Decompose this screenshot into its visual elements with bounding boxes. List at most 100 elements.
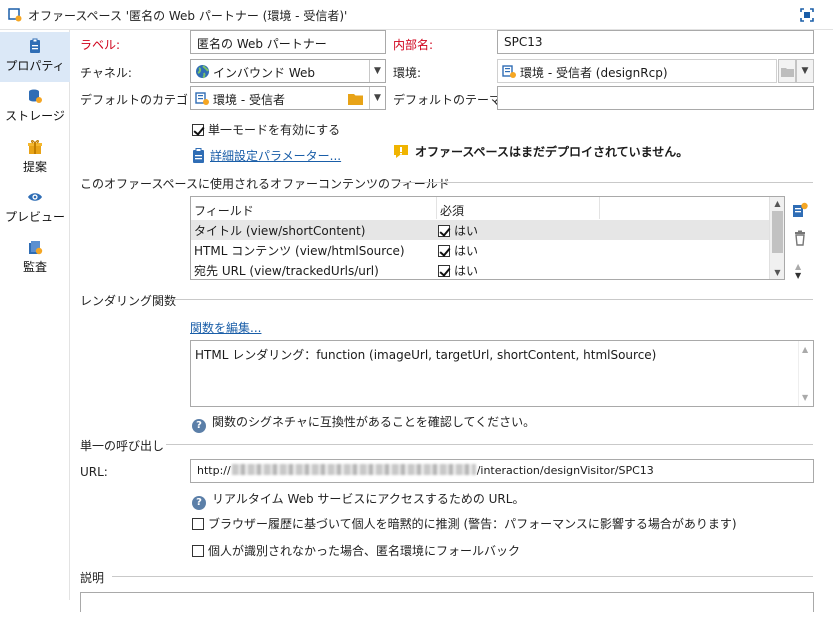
maximize-icon[interactable] xyxy=(799,7,815,23)
add-field-icon[interactable] xyxy=(792,202,808,218)
proposition-icon xyxy=(28,140,42,154)
field-name: 宛先 URL (view/trackedUrls/url) xyxy=(194,264,379,278)
help-icon: ? xyxy=(192,496,206,510)
required-cell[interactable]: はい xyxy=(438,222,478,239)
column-header-required[interactable]: 必須 xyxy=(436,197,599,219)
field-name: タイトル (view/shortContent) xyxy=(194,224,366,238)
category-icon xyxy=(195,92,209,105)
storage-icon xyxy=(29,89,42,103)
advanced-parameters-link-text[interactable]: 詳細設定パラメーター... xyxy=(210,149,341,163)
default-category-caption: デフォルトのカテゴリ: xyxy=(80,93,205,107)
implicit-identification-label: ブラウザー履歴に基づいて個人を暗黙的に推測 (警告：パフォーマンスに影響する場合… xyxy=(208,517,737,531)
column-header-field[interactable]: フィールド xyxy=(191,197,436,219)
environment-select[interactable]: 環境 - 受信者 (designRcp) xyxy=(497,59,777,83)
anonymous-fallback-label: 個人が識別されなかった場合、匿名環境にフォールバック xyxy=(208,544,521,558)
channel-value: インバウンド Web xyxy=(213,66,315,80)
url-hint: ? リアルタイム Web サービスにアクセスするための URL。 xyxy=(192,490,524,510)
scroll-down-icon[interactable]: ▼ xyxy=(770,268,784,277)
implicit-identification-checkbox[interactable]: ブラウザー履歴に基づいて個人を暗黙的に推測 (警告：パフォーマンスに影響する場合… xyxy=(192,515,737,532)
internal-name-caption: 内部名: xyxy=(393,38,434,52)
deployment-warning: オファースペースはまだデプロイされていません。 xyxy=(393,143,688,160)
rendering-function-text[interactable]: HTML レンダリング：function (imageUrl, targetUr… xyxy=(190,340,814,407)
redacted-host xyxy=(231,464,476,475)
window-titlebar: オファースペース '匿名の Web パートナー (環境 - 受信者)' xyxy=(0,0,833,30)
scroll-up-icon[interactable]: ▲ xyxy=(770,199,784,208)
table-row[interactable]: タイトル (view/shortContent) はい xyxy=(191,220,771,240)
advanced-parameters-link[interactable]: 詳細設定パラメーター... xyxy=(192,147,341,164)
section-divider xyxy=(112,576,813,577)
sidebar-item-label: プロパティ xyxy=(5,59,65,73)
checkbox[interactable] xyxy=(192,545,204,557)
preview-icon xyxy=(28,193,42,201)
audit-icon xyxy=(29,241,43,255)
description-section-title: 説明 xyxy=(80,571,105,585)
warning-icon xyxy=(394,145,408,158)
sidebar-item-audit[interactable]: 監査 xyxy=(0,233,70,283)
offer-space-icon xyxy=(8,8,22,22)
function-signature: HTML レンダリング：function (imageUrl, targetUr… xyxy=(195,348,657,362)
environment-folder-button[interactable] xyxy=(778,59,796,83)
default-category-select[interactable]: 環境 - 受信者 ▼ xyxy=(190,86,386,110)
table-row[interactable]: HTML コンテンツ (view/htmlSource) はい xyxy=(191,240,771,260)
window-title: オファースペース '匿名の Web パートナー (環境 - 受信者)' xyxy=(28,9,348,23)
scroll-down-icon[interactable]: ▼ xyxy=(802,393,808,402)
label-field[interactable]: 匿名の Web パートナー xyxy=(190,30,386,54)
sidebar-item-proposition[interactable]: 提案 xyxy=(0,133,70,183)
channel-select[interactable]: インバウンド Web ▼ xyxy=(190,59,386,83)
rendering-hint-text: 関数のシグネチャに互換性があることを確認してください。 xyxy=(212,415,536,429)
required-value: はい xyxy=(454,244,479,258)
scrollbar-thumb[interactable] xyxy=(772,211,783,253)
checkbox[interactable] xyxy=(438,245,450,257)
fields-grid: フィールド 必須 タイトル (view/shortContent) はい HTM… xyxy=(190,196,785,280)
single-mode-checkbox[interactable]: 単一モードを有効にする xyxy=(192,121,340,138)
single-mode-label: 単一モードを有効にする xyxy=(208,123,341,137)
properties-icon xyxy=(30,38,40,53)
environment-dropdown-button[interactable]: ▼ xyxy=(796,59,814,83)
grid-scrollbar[interactable]: ▲ ▼ xyxy=(769,197,784,279)
scroll-up-icon[interactable]: ▲ xyxy=(802,345,808,354)
checkbox[interactable] xyxy=(192,518,204,530)
url-suffix: /interaction/designVisitor/SPC13 xyxy=(476,464,654,477)
parameters-icon xyxy=(193,148,204,163)
delete-icon[interactable] xyxy=(792,230,808,246)
sidebar-item-properties[interactable]: プロパティ xyxy=(0,32,70,82)
checkbox[interactable] xyxy=(192,124,204,136)
url-caption: URL: xyxy=(80,465,108,479)
channel-caption: チャネル: xyxy=(80,66,132,80)
environment-value: 環境 - 受信者 (designRcp) xyxy=(520,66,668,80)
section-divider xyxy=(166,444,813,445)
warning-text: オファースペースはまだデプロイされていません。 xyxy=(415,145,689,159)
rendering-section-title: レンダリング関数 xyxy=(80,294,177,308)
checkbox[interactable] xyxy=(438,225,450,237)
help-icon: ? xyxy=(192,419,206,433)
url-hint-text: リアルタイム Web サービスにアクセスするための URL。 xyxy=(212,492,525,506)
fields-section-title: このオファースペースに使用されるオファーコンテンツのフィールド xyxy=(80,177,450,191)
anonymous-fallback-checkbox[interactable]: 個人が識別されなかった場合、匿名環境にフォールバック xyxy=(192,542,520,559)
url-field[interactable]: http:// /interaction/designVisitor/SPC13 xyxy=(190,459,814,483)
sidebar: プロパティ ストレージ 提案 プレビュー 監査 xyxy=(0,30,70,600)
url-prefix: http:// xyxy=(197,464,231,477)
field-name: HTML コンテンツ (view/htmlSource) xyxy=(194,244,405,258)
move-down-icon[interactable]: ▼ xyxy=(795,272,811,288)
column-header-empty xyxy=(599,197,771,219)
checkbox[interactable] xyxy=(438,265,450,277)
internal-name-field[interactable]: SPC13 xyxy=(497,30,814,54)
environment-icon xyxy=(502,65,516,78)
sidebar-item-label: 提案 xyxy=(22,160,47,174)
folder-icon[interactable] xyxy=(348,92,363,105)
table-row[interactable]: 宛先 URL (view/trackedUrls/url) はい xyxy=(191,260,771,279)
edit-function-link[interactable]: 関数を編集... xyxy=(190,319,261,336)
chevron-down-icon[interactable]: ▼ xyxy=(369,87,385,109)
description-field[interactable] xyxy=(80,592,814,612)
required-value: はい xyxy=(454,264,479,278)
chevron-down-icon[interactable]: ▼ xyxy=(369,60,385,82)
default-theme-field[interactable] xyxy=(497,86,814,110)
folder-icon xyxy=(780,68,794,77)
default-theme-caption: デフォルトのテーマ: xyxy=(393,93,506,107)
sidebar-item-preview[interactable]: プレビュー xyxy=(0,183,70,233)
sidebar-item-storage[interactable]: ストレージ xyxy=(0,82,70,132)
required-cell[interactable]: はい xyxy=(438,242,478,259)
required-cell[interactable]: はい xyxy=(438,262,478,279)
environment-caption: 環境: xyxy=(393,66,422,80)
textarea-scrollbar[interactable]: ▲ ▼ xyxy=(798,341,813,406)
